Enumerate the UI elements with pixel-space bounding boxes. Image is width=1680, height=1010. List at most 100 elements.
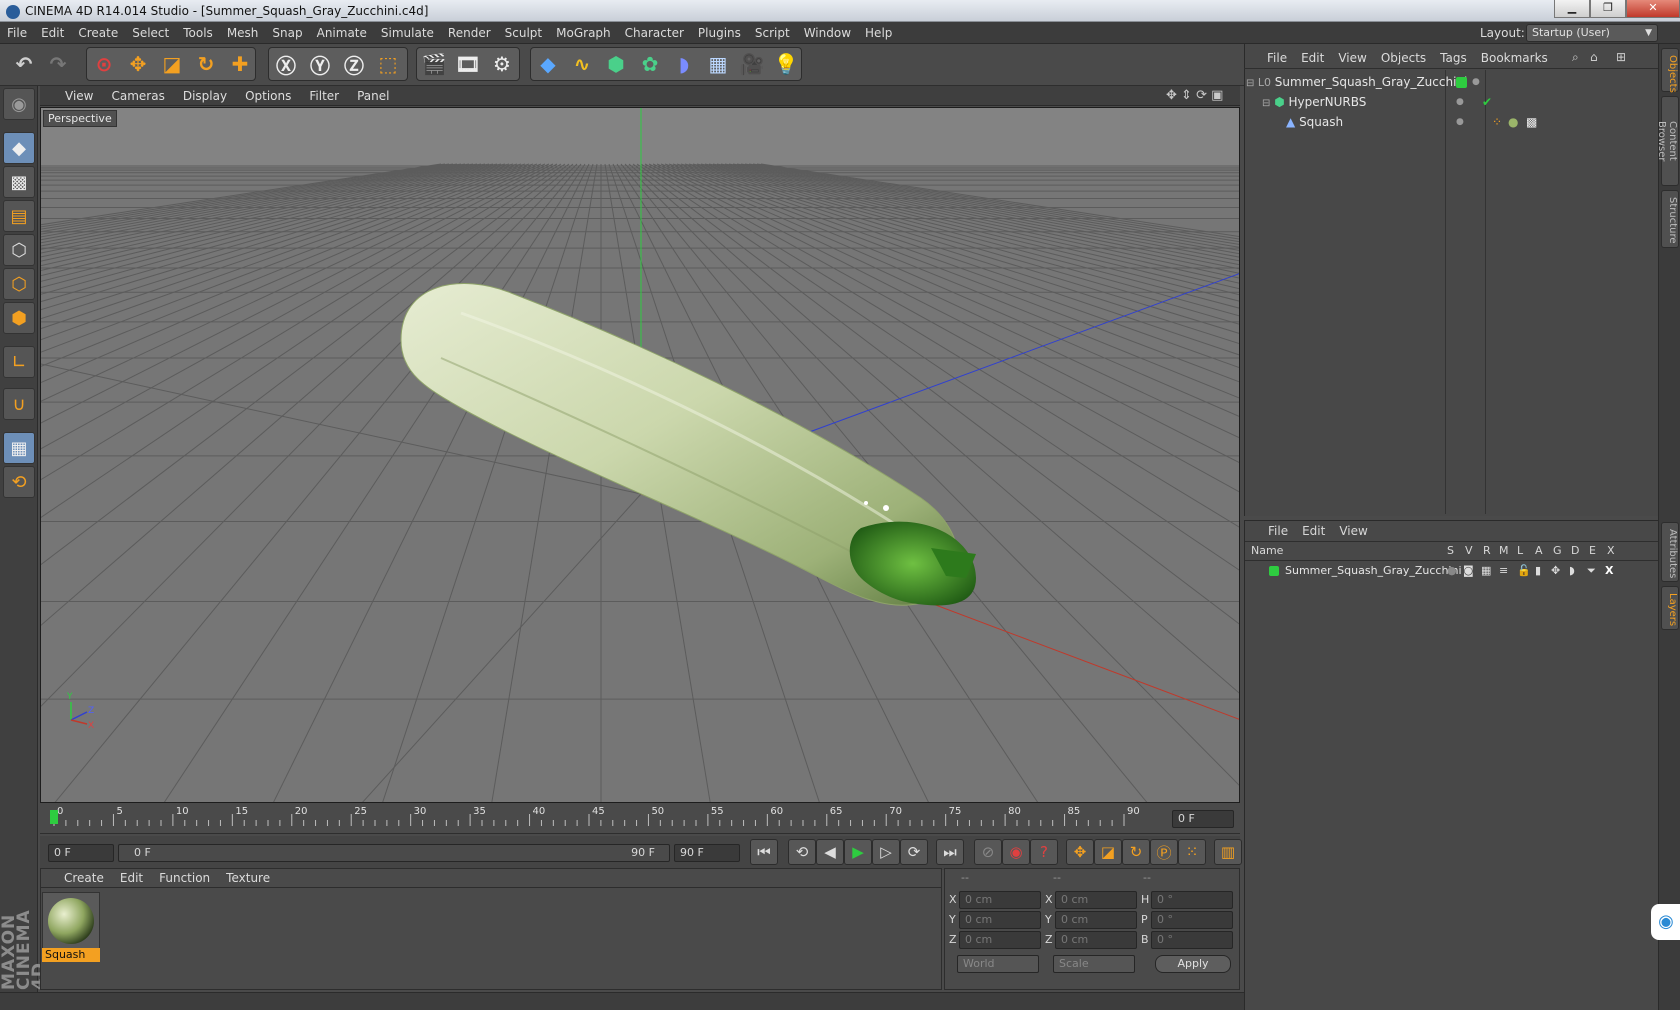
tab-layers[interactable]: Layers xyxy=(1661,586,1679,630)
make-editable-icon[interactable]: ◉ xyxy=(3,88,35,120)
key-parameter-icon[interactable]: Ⓟ xyxy=(1150,839,1178,865)
menu-script[interactable]: Script xyxy=(748,22,797,44)
floor-icon[interactable]: ▦ xyxy=(702,48,734,80)
previous-frame-icon[interactable]: ◀ xyxy=(816,839,844,865)
collapse-icon[interactable]: ⊟ xyxy=(1262,98,1270,109)
object-row[interactable]: ▲ Squash ● ⁘ ● ▩ xyxy=(1246,112,1656,132)
rotation-p-field[interactable]: 0 ° xyxy=(1151,911,1233,929)
size-x-field[interactable]: 0 cm xyxy=(1055,891,1137,909)
key-rotation-icon[interactable]: ↻ xyxy=(1122,839,1150,865)
menu-edit[interactable]: Edit xyxy=(34,22,71,44)
visibility-dots[interactable]: ● xyxy=(1456,112,1464,132)
maximize-view-icon[interactable]: ▣ xyxy=(1211,88,1223,103)
coordinate-space-select[interactable]: World xyxy=(957,955,1039,973)
home-icon[interactable]: ⌂ xyxy=(1590,50,1598,64)
material-tag-icon[interactable]: ● xyxy=(1508,112,1518,132)
frame-range-slider[interactable]: 0 F 90 F xyxy=(118,844,670,862)
object-name[interactable]: Squash xyxy=(1299,115,1343,129)
layer-color-swatch[interactable] xyxy=(1456,77,1467,88)
edges-mode-icon[interactable]: ⬡ xyxy=(3,268,35,300)
tab-structure[interactable]: Structure xyxy=(1661,190,1679,248)
menu-window[interactable]: Window xyxy=(797,22,858,44)
menu-animate[interactable]: Animate xyxy=(310,22,374,44)
nurbs-icon[interactable]: ⬢ xyxy=(600,48,632,80)
auto-keying-icon[interactable]: ◉ xyxy=(1002,839,1030,865)
previous-key-icon[interactable]: ⟲ xyxy=(788,839,816,865)
material-menu-function[interactable]: Function xyxy=(151,868,218,888)
animation-toggle-icon[interactable]: ▮ xyxy=(1535,561,1541,581)
size-z-field[interactable]: 0 cm xyxy=(1055,931,1137,949)
texture-tag-icon[interactable]: ▩ xyxy=(1526,112,1537,132)
position-y-field[interactable]: 0 cm xyxy=(959,911,1041,929)
cube-icon[interactable]: ◆ xyxy=(532,48,564,80)
search-icon[interactable]: ⌕ xyxy=(1572,50,1579,65)
object-menu-edit[interactable]: Edit xyxy=(1294,48,1331,68)
tab-objects[interactable]: Objects xyxy=(1661,48,1679,93)
view-toggle-icon[interactable]: ◙ xyxy=(1463,561,1474,581)
visibility-dots[interactable]: ● xyxy=(1472,72,1480,92)
points-mode-icon[interactable]: ⬡ xyxy=(3,234,35,266)
model-mode-icon[interactable]: ◆ xyxy=(3,132,35,164)
deformer-icon[interactable]: ◗ xyxy=(668,48,700,80)
scale-icon[interactable]: ◪ xyxy=(156,48,188,80)
viewport-menu-options[interactable]: Options xyxy=(236,86,300,106)
object-menu-view[interactable]: View xyxy=(1331,48,1373,68)
next-key-icon[interactable]: ⟳ xyxy=(900,839,928,865)
menu-sculpt[interactable]: Sculpt xyxy=(498,22,549,44)
generators-toggle-icon[interactable]: ✥ xyxy=(1551,561,1560,581)
expressions-toggle-icon[interactable]: ⏷ xyxy=(1587,561,1596,581)
render-view-icon[interactable]: 🎬 xyxy=(418,48,450,80)
z-axis-icon[interactable]: Ⓩ xyxy=(338,48,370,80)
polygons-mode-icon[interactable]: ⬢ xyxy=(3,302,35,334)
timeline-playhead[interactable] xyxy=(50,810,58,824)
layer-menu-view[interactable]: View xyxy=(1332,524,1374,538)
undo-icon[interactable]: ↶ xyxy=(8,48,40,80)
layer-menu-edit[interactable]: Edit xyxy=(1295,524,1332,538)
manager-toggle-icon[interactable]: ≡ xyxy=(1499,561,1508,581)
maximize-button[interactable]: ❐ xyxy=(1590,0,1626,18)
light-icon[interactable]: 💡 xyxy=(770,48,802,80)
menu-snap[interactable]: Snap xyxy=(265,22,309,44)
chat-bubble-icon[interactable]: ◉ xyxy=(1651,904,1680,940)
x-axis-icon[interactable]: Ⓧ xyxy=(270,48,302,80)
tab-content-browser[interactable]: Content Browser xyxy=(1656,96,1679,186)
lock-toggle-icon[interactable]: 🔓 xyxy=(1517,561,1531,581)
y-axis-icon[interactable]: Ⓨ xyxy=(304,48,336,80)
redo-icon[interactable]: ↷ xyxy=(42,48,74,80)
visibility-dots[interactable]: ● xyxy=(1456,92,1464,112)
object-row[interactable]: ⊟ ⬢ HyperNURBS ● ✔ xyxy=(1246,92,1656,112)
object-menu-file[interactable]: File xyxy=(1260,48,1294,68)
menu-help[interactable]: Help xyxy=(858,22,899,44)
scene-canvas[interactable]: Y Z X xyxy=(41,108,1240,803)
key-pla-icon[interactable]: ⁙ xyxy=(1178,839,1206,865)
layout-select[interactable]: Startup (User) ▼ xyxy=(1526,24,1658,42)
play-icon[interactable]: ▶ xyxy=(844,839,872,865)
menu-select[interactable]: Select xyxy=(125,22,176,44)
rotate-icon[interactable]: ↻ xyxy=(190,48,222,80)
end-frame-field[interactable]: 90 F xyxy=(674,844,740,862)
viewport-menu-filter[interactable]: Filter xyxy=(300,86,348,106)
solo-toggle-icon[interactable]: ● xyxy=(1447,561,1457,581)
collapse-icon[interactable]: ⊟ xyxy=(1246,74,1254,94)
object-menu-tags[interactable]: Tags xyxy=(1433,48,1474,68)
current-frame-field[interactable]: 0 F xyxy=(1172,810,1234,828)
render-settings-icon[interactable]: ⚙ xyxy=(486,48,518,80)
menu-file[interactable]: File xyxy=(0,22,34,44)
layer-name[interactable]: Summer_Squash_Gray_Zucchini xyxy=(1285,561,1462,581)
next-frame-icon[interactable]: ▷ xyxy=(872,839,900,865)
enabled-check-icon[interactable]: ✔ xyxy=(1482,92,1492,112)
apply-button[interactable]: Apply xyxy=(1155,955,1231,973)
menu-create[interactable]: Create xyxy=(71,22,125,44)
position-x-field[interactable]: 0 cm xyxy=(959,891,1041,909)
live-selection-icon[interactable]: ⊙ xyxy=(88,48,120,80)
start-frame-field[interactable]: 0 F xyxy=(48,844,114,862)
move-icon[interactable]: ✥ xyxy=(122,48,154,80)
perspective-viewport[interactable]: Y Z X xyxy=(40,107,1240,803)
rotation-h-field[interactable]: 0 ° xyxy=(1151,891,1233,909)
viewport-menu-panel[interactable]: Panel xyxy=(348,86,398,106)
object-row[interactable]: ⊟ L0 Summer_Squash_Gray_Zucchini ● xyxy=(1246,72,1656,92)
menu-character[interactable]: Character xyxy=(618,22,691,44)
keyframe-selection-icon[interactable]: ? xyxy=(1030,839,1058,865)
timeline-window-icon[interactable]: ▥ xyxy=(1214,839,1242,865)
workplane-icon[interactable]: ▤ xyxy=(3,200,35,232)
